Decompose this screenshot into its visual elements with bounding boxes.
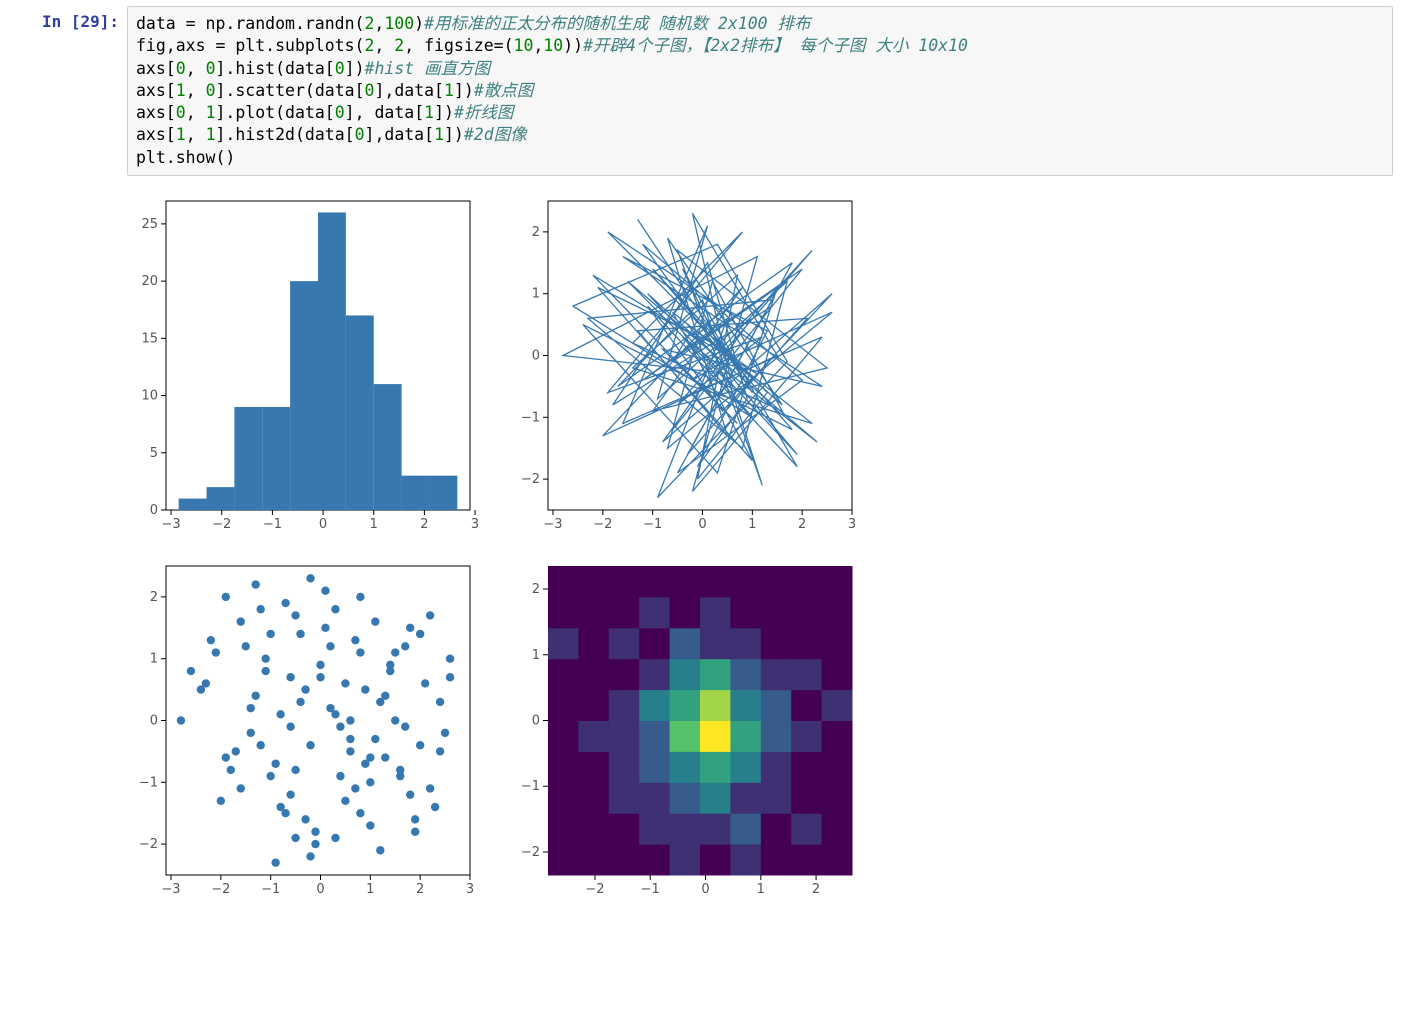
svg-text:1: 1: [366, 882, 374, 897]
svg-text:3: 3: [471, 517, 479, 532]
svg-text:10: 10: [141, 388, 158, 403]
svg-text:−2: −2: [521, 845, 540, 860]
svg-text:−1: −1: [261, 882, 280, 897]
svg-text:0: 0: [319, 517, 327, 532]
jupyter-notebook: In [29]: data = np.random.randn(2,100)#用…: [0, 0, 1404, 905]
input-prompt: In [29]:: [1, 6, 127, 176]
svg-text:1: 1: [532, 648, 540, 663]
svg-text:1: 1: [532, 287, 540, 302]
svg-text:2: 2: [798, 517, 806, 532]
svg-text:0: 0: [532, 348, 540, 363]
svg-text:0: 0: [150, 503, 158, 518]
svg-text:−1: −1: [641, 882, 660, 897]
prompt-prefix: In [: [42, 12, 81, 31]
svg-text:−3: −3: [161, 882, 180, 897]
svg-text:2: 2: [532, 582, 540, 597]
svg-text:−2: −2: [212, 517, 231, 532]
svg-text:0: 0: [316, 882, 324, 897]
svg-text:0: 0: [532, 713, 540, 728]
svg-text:20: 20: [141, 274, 158, 289]
svg-text:−2: −2: [593, 517, 612, 532]
svg-text:−2: −2: [139, 837, 158, 852]
subplot-histogram: −3 −2 −1 0 1 2 3 0 5 10 15 20 25: [118, 195, 488, 540]
output-area: −3−2−101230510152025 −3−2−10123−2−1012 −…: [118, 177, 1394, 905]
svg-text:0: 0: [150, 713, 158, 728]
svg-text:−2: −2: [521, 472, 540, 487]
svg-text:2: 2: [150, 590, 158, 605]
svg-text:0: 0: [698, 517, 706, 532]
svg-text:3: 3: [848, 517, 856, 532]
svg-text:−1: −1: [521, 779, 540, 794]
svg-text:1: 1: [748, 517, 756, 532]
svg-text:0: 0: [701, 882, 709, 897]
svg-text:5: 5: [150, 446, 158, 461]
svg-text:−1: −1: [263, 517, 282, 532]
svg-text:2: 2: [416, 882, 424, 897]
svg-text:−3: −3: [161, 517, 180, 532]
svg-text:1: 1: [757, 882, 765, 897]
prompt-suffix: ]:: [100, 12, 119, 31]
svg-text:−1: −1: [139, 775, 158, 790]
input-body: data = np.random.randn(2,100)#用标准的正太分布的随…: [127, 6, 1393, 176]
svg-text:−1: −1: [521, 410, 540, 425]
code-editor[interactable]: data = np.random.randn(2,100)#用标准的正太分布的随…: [127, 6, 1393, 176]
prompt-number: 29: [80, 12, 99, 31]
svg-text:2: 2: [532, 225, 540, 240]
svg-text:−3: −3: [543, 517, 562, 532]
svg-text:15: 15: [141, 331, 158, 346]
svg-text:2: 2: [420, 517, 428, 532]
subplot-line: −3 −2 −1 0 1 2 3 −2 −1 0 1 2: [500, 195, 870, 540]
code-cell[interactable]: In [29]: data = np.random.randn(2,100)#用…: [0, 0, 1404, 177]
svg-text:−1: −1: [643, 517, 662, 532]
svg-text:3: 3: [466, 882, 474, 897]
subplot-heatmap: −2 −1 0 1 2 −2 −1 0 1 2: [500, 560, 870, 905]
subplot-scatter: −3 −2 −1 0 1 2 3 −2 −1 0 1 2: [118, 560, 488, 905]
svg-text:−2: −2: [211, 882, 230, 897]
svg-text:2: 2: [812, 882, 820, 897]
plot-grid: −3−2−101230510152025 −3−2−10123−2−1012 −…: [118, 195, 878, 905]
svg-text:1: 1: [150, 652, 158, 667]
svg-text:−2: −2: [585, 882, 604, 897]
svg-text:1: 1: [370, 517, 378, 532]
svg-text:25: 25: [141, 217, 158, 232]
